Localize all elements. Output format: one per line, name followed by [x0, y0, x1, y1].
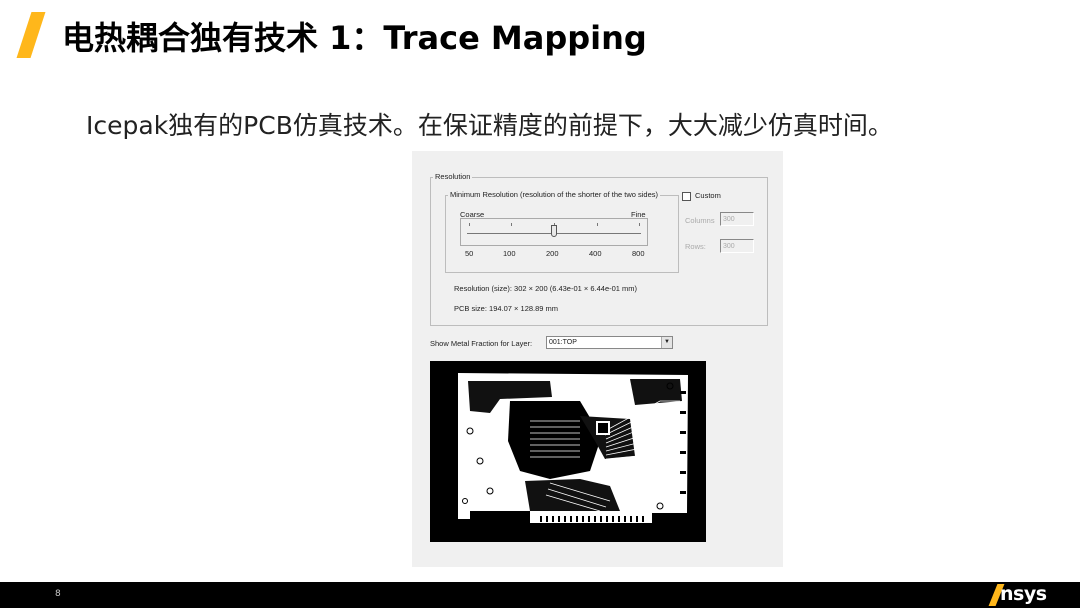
- custom-label: Custom: [695, 191, 721, 200]
- ansys-logo: nsys: [1000, 583, 1047, 605]
- tick-label-800: 800: [632, 249, 645, 258]
- resolution-slider[interactable]: [460, 218, 648, 246]
- resolution-size-label: Resolution (size):: [454, 284, 512, 293]
- resolution-size-value: 302 × 200 (6.43e-01 × 6.44e-01 mm): [514, 284, 638, 293]
- slider-tick: [469, 223, 470, 226]
- slider-tick: [597, 223, 598, 226]
- rows-input[interactable]: 300: [720, 239, 754, 253]
- layer-select-value: 001:TOP: [549, 339, 577, 346]
- tick-label-50: 50: [465, 249, 474, 258]
- chevron-down-icon[interactable]: ▼: [661, 337, 672, 348]
- tick-label-400: 400: [589, 249, 602, 258]
- title-accent-bar: [16, 12, 46, 58]
- resolution-group-label: Resolution: [433, 172, 473, 182]
- pcb-metal-fraction-image: [430, 361, 706, 542]
- custom-checkbox[interactable]: [682, 192, 691, 201]
- slider-thumb[interactable]: [551, 225, 557, 237]
- pcb-size-text: PCB size: 194.07 × 128.89 mm: [454, 304, 558, 314]
- columns-input[interactable]: 300: [720, 212, 754, 226]
- pcb-size-value: 194.07 × 128.89 mm: [489, 304, 559, 313]
- tick-label-100: 100: [503, 249, 516, 258]
- pcb-size-label: PCB size:: [454, 304, 487, 313]
- min-resolution-group-label: Minimum Resolution (resolution of the sh…: [448, 190, 661, 200]
- tick-label-200: 200: [546, 249, 559, 258]
- resolution-size-text: Resolution (size): 302 × 200 (6.43e-01 ×…: [454, 284, 637, 294]
- slide-title: 电热耦合独有技术 1：Trace Mapping: [62, 19, 647, 57]
- page-number: 8: [55, 589, 61, 599]
- slide-footer: 8 nsys: [0, 582, 1080, 608]
- slider-tick: [639, 223, 640, 226]
- metal-fraction-label: Show Metal Fraction for Layer:: [430, 339, 533, 348]
- columns-label: Columns: [685, 216, 715, 225]
- slide-subtitle: Icepak独有的PCB仿真技术。在保证精度的前提下，大大减少仿真时间。: [86, 111, 893, 140]
- rows-label: Rows:: [685, 242, 706, 251]
- trace-mapping-dialog: Resolution Minimum Resolution (resolutio…: [412, 151, 783, 567]
- pcb-trace-map: [430, 361, 706, 542]
- layer-select[interactable]: 001:TOP ▼: [546, 336, 673, 349]
- slider-tick: [511, 223, 512, 226]
